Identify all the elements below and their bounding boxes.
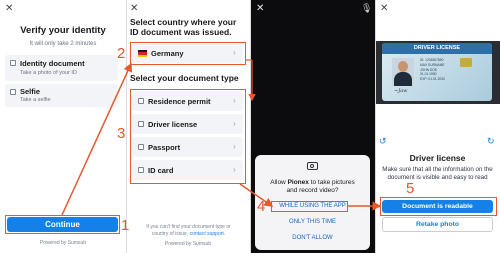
annotation-arrow xyxy=(239,183,274,207)
annotation-arrows xyxy=(61,59,382,216)
annotation-number: 4 xyxy=(257,198,266,215)
annotation-number: 2 xyxy=(117,45,126,62)
annotation-number: 3 xyxy=(117,125,126,142)
annotation-number: 5 xyxy=(406,180,415,197)
annotation-number: 1 xyxy=(121,217,130,234)
